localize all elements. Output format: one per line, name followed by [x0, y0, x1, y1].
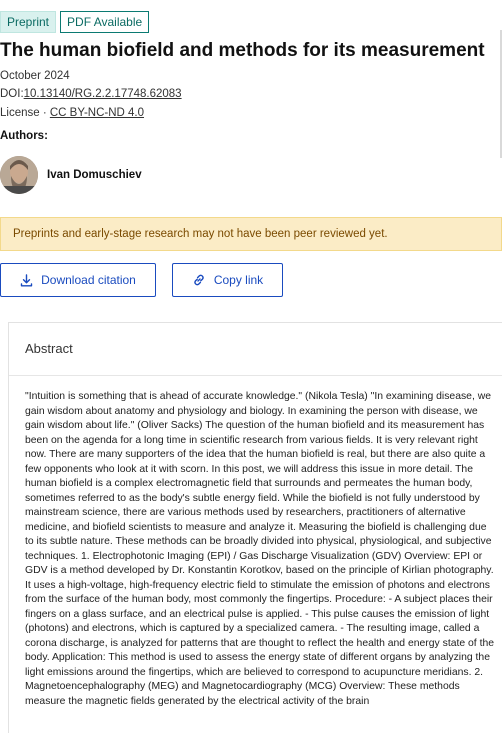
badge-row: Preprint PDF Available [0, 11, 150, 33]
download-citation-label: Download citation [41, 273, 136, 287]
copy-link-label: Copy link [213, 273, 264, 287]
link-icon [192, 273, 206, 287]
download-icon [20, 273, 33, 287]
copy-link-button[interactable]: Copy link [172, 263, 283, 297]
preprint-badge: Preprint [0, 11, 57, 33]
abstract-heading: Abstract [9, 323, 502, 376]
license-link[interactable]: CC BY-NC-ND 4.0 [50, 107, 144, 119]
license-line: License · CC BY-NC-ND 4.0 [0, 107, 144, 119]
doi-link[interactable]: 10.13140/RG.2.2.17748.62083 [24, 88, 182, 100]
page-title: The human biofield and methods for its m… [0, 40, 485, 61]
authors-label: Authors: [0, 130, 48, 142]
pdf-available-badge[interactable]: PDF Available [60, 11, 150, 33]
peer-review-warning: Preprints and early-stage research may n… [0, 217, 502, 251]
avatar[interactable] [0, 156, 38, 194]
doi-label: DOI: [0, 88, 24, 100]
author-photo-icon [0, 156, 38, 194]
abstract-card: Abstract "Intuition is something that is… [8, 322, 502, 733]
license-label: License · [0, 107, 50, 119]
author-name[interactable]: Ivan Domuschiev [47, 169, 142, 181]
doi-line: DOI:10.13140/RG.2.2.17748.62083 [0, 88, 182, 100]
abstract-text: "Intuition is something that is ahead of… [25, 391, 495, 707]
download-citation-button[interactable]: Download citation [0, 263, 156, 297]
author-item[interactable]: Ivan Domuschiev [0, 156, 142, 194]
publication-date: October 2024 [0, 70, 70, 82]
